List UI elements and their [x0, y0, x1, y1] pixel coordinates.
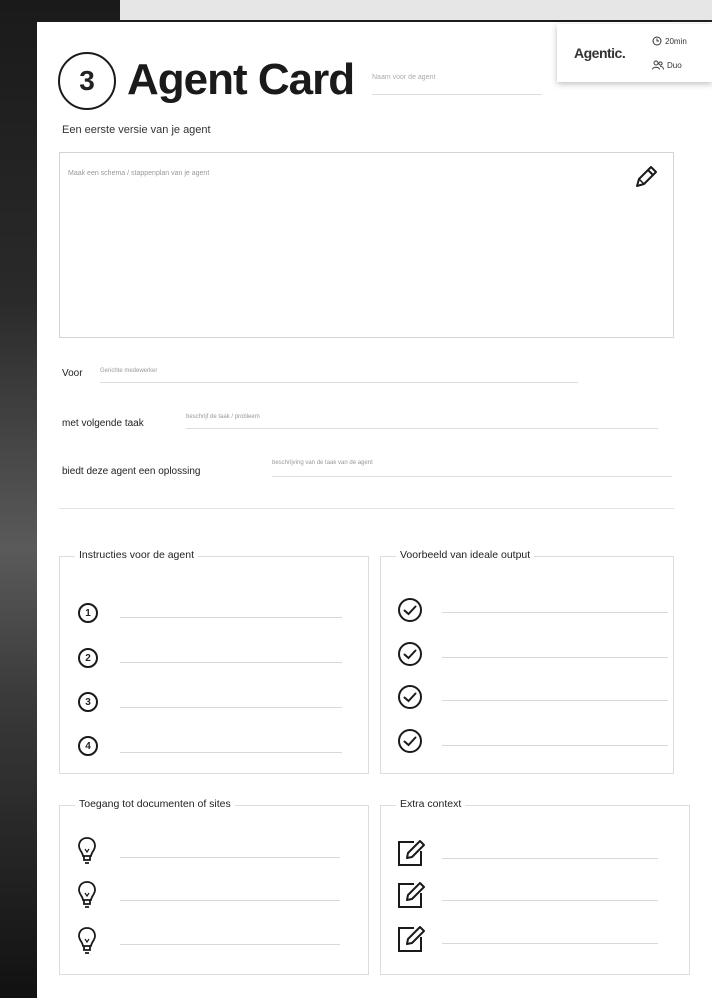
oplossing-placeholder: beschrijving van de taak van de agent	[272, 460, 373, 466]
clock-icon	[652, 36, 662, 46]
access-title: Toegang tot documenten of sites	[75, 798, 235, 810]
output-title: Voorbeeld van ideale output	[396, 549, 535, 561]
context-panel	[380, 805, 690, 975]
instructions-panel	[59, 556, 369, 774]
context-line-1[interactable]	[442, 858, 658, 859]
sketch-area[interactable]	[59, 152, 674, 338]
access-line-2[interactable]	[120, 900, 340, 901]
instruction-line-4[interactable]	[120, 752, 342, 753]
context-line-2[interactable]	[442, 900, 658, 901]
check-circle-icon	[398, 685, 422, 709]
instruction-number-3: 3	[78, 692, 98, 712]
taak-placeholder: beschrijf de taak / probleem	[186, 414, 260, 420]
output-line-2[interactable]	[442, 657, 668, 658]
access-panel	[59, 805, 369, 975]
sketch-placeholder: Maak een schema / stappenplan van je age…	[68, 170, 210, 177]
voor-field[interactable]: Gerichte medewerker	[100, 368, 578, 383]
output-line-1[interactable]	[442, 612, 668, 613]
output-line-3[interactable]	[442, 700, 668, 701]
page-title: Agent Card	[127, 55, 355, 104]
context-title: Extra context	[396, 798, 466, 810]
step-number-badge: 3	[58, 52, 116, 110]
output-panel	[380, 556, 674, 774]
group-meta: Duo	[652, 60, 682, 70]
oplossing-field[interactable]: beschrijving van de taak van de agent	[272, 460, 672, 477]
people-icon	[652, 60, 664, 70]
oplossing-label: biedt deze agent een oplossing	[62, 466, 201, 477]
instruction-number-4: 4	[78, 736, 98, 756]
access-line-1[interactable]	[120, 857, 340, 858]
edit-square-icon	[398, 840, 425, 866]
lightbulb-icon	[78, 837, 96, 864]
underlying-sheet	[120, 0, 712, 20]
instructions-title: Instructies voor de agent	[75, 549, 198, 561]
edit-square-icon	[398, 882, 425, 908]
section-divider	[59, 508, 674, 509]
duration-meta: 20min	[652, 36, 687, 46]
lightbulb-icon	[78, 881, 96, 908]
instruction-line-1[interactable]	[120, 617, 342, 618]
brand-logo: Agentic.	[574, 45, 626, 61]
duration-text: 20min	[665, 36, 687, 46]
taak-label: met volgende taak	[62, 418, 144, 429]
access-line-3[interactable]	[120, 944, 340, 945]
instruction-line-3[interactable]	[120, 707, 342, 708]
edit-square-icon	[398, 926, 425, 952]
group-text: Duo	[667, 60, 682, 70]
output-line-4[interactable]	[442, 745, 668, 746]
instruction-number-1: 1	[78, 603, 98, 623]
check-circle-icon	[398, 598, 422, 622]
agent-name-placeholder: Naam voor de agent	[372, 74, 436, 81]
taak-field[interactable]: beschrijf de taak / probleem	[186, 414, 658, 429]
voor-placeholder: Gerichte medewerker	[100, 368, 158, 374]
lightbulb-icon	[78, 927, 96, 954]
card-subtitle: Een eerste versie van je agent	[62, 124, 211, 136]
instruction-number-2: 2	[78, 648, 98, 668]
instruction-line-2[interactable]	[120, 662, 342, 663]
voor-label: Voor	[62, 368, 83, 379]
pencil-icon	[636, 166, 657, 187]
check-circle-icon	[398, 642, 422, 666]
agent-name-field[interactable]: Naam voor de agent	[372, 74, 542, 95]
check-circle-icon	[398, 729, 422, 753]
context-line-3[interactable]	[442, 943, 658, 944]
